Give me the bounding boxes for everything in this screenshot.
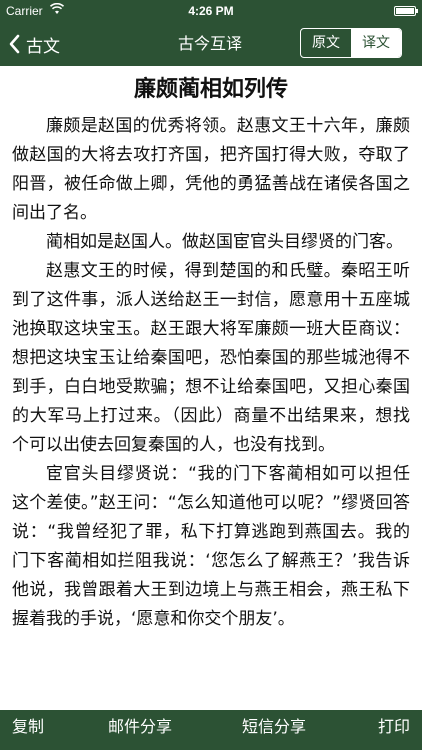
sms-share-button[interactable]: 短信分享 bbox=[242, 710, 306, 750]
battery-icon bbox=[394, 6, 418, 16]
article-paragraph: 宦官头目缪贤说：“我的门下客蔺相如可以担任这个差使。”赵王问：“怎么知道他可以呢… bbox=[12, 464, 410, 629]
segment-translation[interactable]: 译文 bbox=[351, 29, 401, 57]
article-paragraph: 赵惠文王的时候，得到楚国的和氏璧。秦昭王听到了这件事，派人送给赵王一封信，愿意用… bbox=[12, 261, 410, 455]
back-button[interactable]: 古文 bbox=[8, 22, 60, 66]
copy-button[interactable]: 复制 bbox=[12, 710, 44, 750]
article-paragraph: 蔺相如是赵国人。做赵国宦官头目缪贤的门客。 bbox=[46, 232, 403, 252]
article-title: 廉颇蔺相如列传 bbox=[133, 77, 288, 102]
chevron-left-icon bbox=[9, 34, 20, 54]
article-content[interactable]: 廉颇蔺相如列传 廉颇是赵国的优秀将领。赵惠文王十六年，廉颇做赵国的大将去攻打齐国… bbox=[0, 66, 422, 710]
print-button[interactable]: 打印 bbox=[378, 710, 410, 750]
article-paragraph: 廉颇是赵国的优秀将领。赵惠文王十六年，廉颇做赵国的大将去攻打齐国，把齐国打得大败… bbox=[12, 116, 410, 223]
mail-share-button[interactable]: 邮件分享 bbox=[108, 710, 172, 750]
status-bar: Carrier 4:26 PM bbox=[0, 0, 422, 22]
nav-bar: 古文 古今互译 原文 译文 bbox=[0, 22, 422, 66]
back-label: 古文 bbox=[26, 36, 60, 57]
clock: 4:26 PM bbox=[188, 4, 234, 18]
page-title: 古今互译 bbox=[177, 34, 242, 53]
segment-original[interactable]: 原文 bbox=[301, 29, 351, 57]
bottom-toolbar: 复制 邮件分享 短信分享 打印 bbox=[0, 710, 422, 750]
segmented-control: 原文 译文 bbox=[300, 28, 402, 58]
